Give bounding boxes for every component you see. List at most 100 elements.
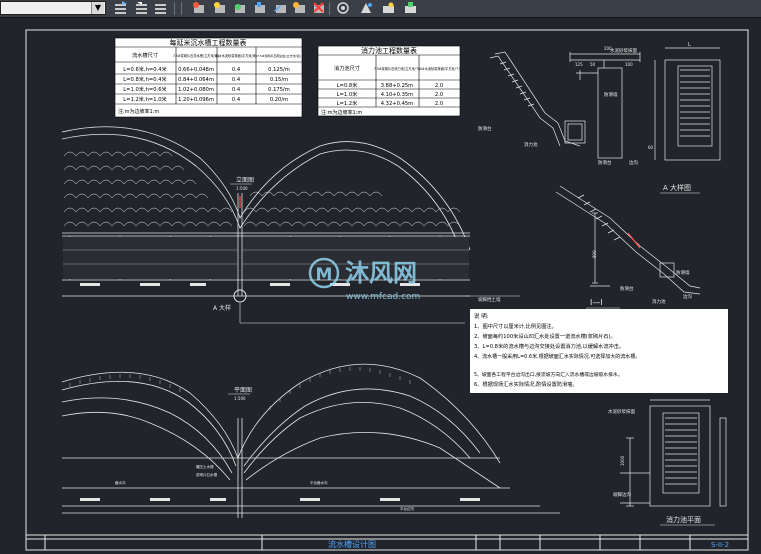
- slide-wall-label: 防滑墙: [604, 91, 618, 98]
- layer-freeze-icon[interactable]: [232, 1, 247, 15]
- title-block-sheet-no: S-II-2: [711, 541, 729, 549]
- section-i-i-title: I—I: [590, 298, 603, 307]
- table-2-note: 注:m为边坡率1:m: [321, 109, 362, 116]
- table-2-cell: 2.0: [435, 92, 443, 98]
- dimension-label: L: [688, 42, 691, 48]
- dimension-label: 800: [592, 250, 597, 258]
- toolbar-separator: [174, 2, 175, 15]
- table-2-cell: L=1.2米: [337, 99, 358, 107]
- plan-view-title: 平面图: [234, 387, 252, 394]
- table-2-title: 消力池工程数量表: [361, 46, 417, 55]
- table-1-note: 注:m为边坡率1:m: [118, 108, 159, 115]
- table-2-cell: 2.0: [435, 83, 443, 89]
- anti-slip-label: 防滑台: [598, 159, 612, 166]
- note-item: 6、根据现场汇水实际情况,酌情设置防滑墙。: [474, 380, 578, 388]
- dimension-label: 200: [604, 46, 612, 51]
- table-2-header: 消力池尺寸: [334, 64, 360, 72]
- anti-slip-label: 防滑台: [478, 125, 492, 132]
- dimension-label: 1000: [620, 455, 625, 466]
- table-1-cell: L=0.6米,h=0.4米: [123, 65, 167, 73]
- elevation-view-scale: 1:500: [236, 186, 248, 191]
- layer-lock-icon[interactable]: [252, 1, 267, 15]
- plan-label: 碾压土水槽: [196, 464, 214, 469]
- table-2-header: 10#水泥砂浆抹面(平方米/个): [418, 66, 460, 71]
- table-1-header: 10#水泥砂浆抹面(平方米/米): [215, 53, 257, 58]
- table-2-cell: 4.10+0.35m: [381, 92, 414, 98]
- chevron-down-icon[interactable]: ▼: [91, 2, 104, 14]
- note-item: 1、图中尺寸以厘米计,比例见图注。: [474, 322, 557, 330]
- table-1-title: 每延米沉水槽工程数量表: [170, 38, 247, 47]
- layer-merge-icon[interactable]: [292, 1, 307, 15]
- stilling-pool-label: 消力池: [652, 298, 666, 305]
- layer-change-icon[interactable]: [273, 1, 288, 15]
- drawing-canvas[interactable]: 流水槽设计图 S-II-2 每延米沉水槽工程数量表 流水槽尺寸 7.5#浆砌片石…: [0, 18, 761, 554]
- table-2-cell: L=0.8米: [337, 81, 358, 89]
- plan-label: 截水沟: [115, 480, 126, 485]
- top-toolbar: ▼: [0, 0, 761, 18]
- table-2-cell: 3.88+0.25m: [381, 83, 414, 89]
- table-1-cell: 0.4: [232, 87, 241, 93]
- table-1-cell: 0.84+0.064m: [178, 77, 214, 83]
- table-1-cell: 0.66+0.048m: [178, 67, 214, 73]
- layer-prev-icon[interactable]: [134, 1, 149, 15]
- layer-off-icon[interactable]: [212, 1, 227, 15]
- plan-label: 浆砌片石水槽: [196, 472, 217, 477]
- layer-unisolate-icon[interactable]: [359, 1, 374, 15]
- quantity-table-2: 消力池工程数量表 消力池尺寸 7.5#浆砌片石消力池(立方米/个) 10#水泥砂…: [317, 45, 461, 117]
- layer-match-icon[interactable]: [113, 1, 128, 15]
- design-notes: 说 明: 1、图中尺寸以厘米计,比例见图注。 2、坡面每约100米设山凹汇水处设…: [470, 309, 728, 393]
- table-1-cell: 0.20/m: [270, 97, 288, 103]
- plan-label: 平台截水沟: [310, 480, 328, 485]
- toolbar-separator: [181, 2, 182, 15]
- section-i-i-drawing: [555, 185, 701, 295]
- table-1-header: 流水槽尺寸: [132, 51, 158, 59]
- watermark: M 沐风网 www.mfcad.com: [308, 257, 420, 302]
- table-1-cell: 0.15/m: [270, 77, 288, 83]
- table-1-cell: 0.125/m: [268, 67, 290, 73]
- note-item: 2、坡面每约100米设山凹汇水处设置一道流水槽(浆砌片石)。: [474, 332, 616, 340]
- note-item: 4、流水槽一般采用L=0.6米,根据坡面汇水实际情况,可选择加大的流水槽。: [474, 353, 640, 360]
- table-1-cell: 1.02+0.080m: [178, 87, 214, 93]
- pool-plan-title: 消力池平面: [666, 515, 701, 524]
- table-2-cell: 2.0: [435, 101, 443, 107]
- table-2-cell: L=1.0米: [337, 90, 358, 98]
- detail-a-drawing: [489, 51, 641, 159]
- table-1-header: 7.5#浆砌片石流水槽(立方米/米): [173, 53, 219, 58]
- table-1-cell: 0.175/m: [268, 87, 290, 93]
- mortar-label: 水泥砂浆抹面: [608, 408, 635, 415]
- layer-on-icon[interactable]: [381, 1, 396, 15]
- plan-blocks: [80, 498, 480, 501]
- title-block-drawing-name: 流水槽设计图: [328, 539, 376, 549]
- layer-isolate-icon[interactable]: [191, 1, 206, 15]
- layer-thaw-icon[interactable]: [403, 1, 418, 15]
- notes-heading: 说 明:: [474, 312, 489, 320]
- table-1-cell: L=1.0米,h=0.6米: [123, 85, 167, 93]
- detail-a-mark: A 大样: [213, 304, 231, 312]
- table-1-cell: 0.4: [232, 67, 241, 73]
- table-1-cell: 0.4: [232, 97, 241, 103]
- detail-a-title: A 大样图: [663, 183, 691, 192]
- table-2-header: 7.5#浆砌片石消力池(立方米/个): [374, 66, 420, 71]
- layer-delete-icon[interactable]: [311, 1, 326, 15]
- watermark-main: 沐风网: [345, 259, 417, 287]
- toolbar-separator: [329, 2, 330, 15]
- layer-state-icon[interactable]: [153, 1, 168, 15]
- side-ditch-label: 边沟: [629, 159, 638, 166]
- dimension-label: 50: [590, 62, 596, 67]
- retaining-wall-hatch: [63, 237, 237, 279]
- dimension-label: 60: [648, 145, 654, 150]
- layer-combo[interactable]: ▼: [0, 1, 106, 15]
- note-item: 5、坡面各工程平台边沟出口,接流坡方向汇入流水槽或边坡吸水排水。: [474, 371, 623, 378]
- note-item: 3、L=0.8米的流水槽与边沟交接处设置消力池,以缓解水流冲击。: [474, 342, 624, 350]
- plan-view-scale: 1:500: [234, 396, 246, 401]
- plan-label: 平台边沟: [400, 506, 414, 511]
- table-1-cell: L=1.2米,h=1.0米: [123, 95, 167, 103]
- table-1-cell: 0.4: [232, 77, 241, 83]
- table-1-header: 7.5#浆砌片石砌边台(立方米/道): [257, 53, 301, 58]
- anti-slip-label: 防滑台: [620, 285, 634, 292]
- quantity-table-1: 每延米沉水槽工程数量表 流水槽尺寸 7.5#浆砌片石流水槽(立方米/米) 10#…: [114, 37, 303, 118]
- pool-plan-drawing: [620, 399, 727, 507]
- layer-walk-icon[interactable]: [336, 1, 351, 15]
- table-2-cell: 4.32+0.45m: [381, 101, 414, 107]
- dimension-label: 125: [575, 62, 583, 67]
